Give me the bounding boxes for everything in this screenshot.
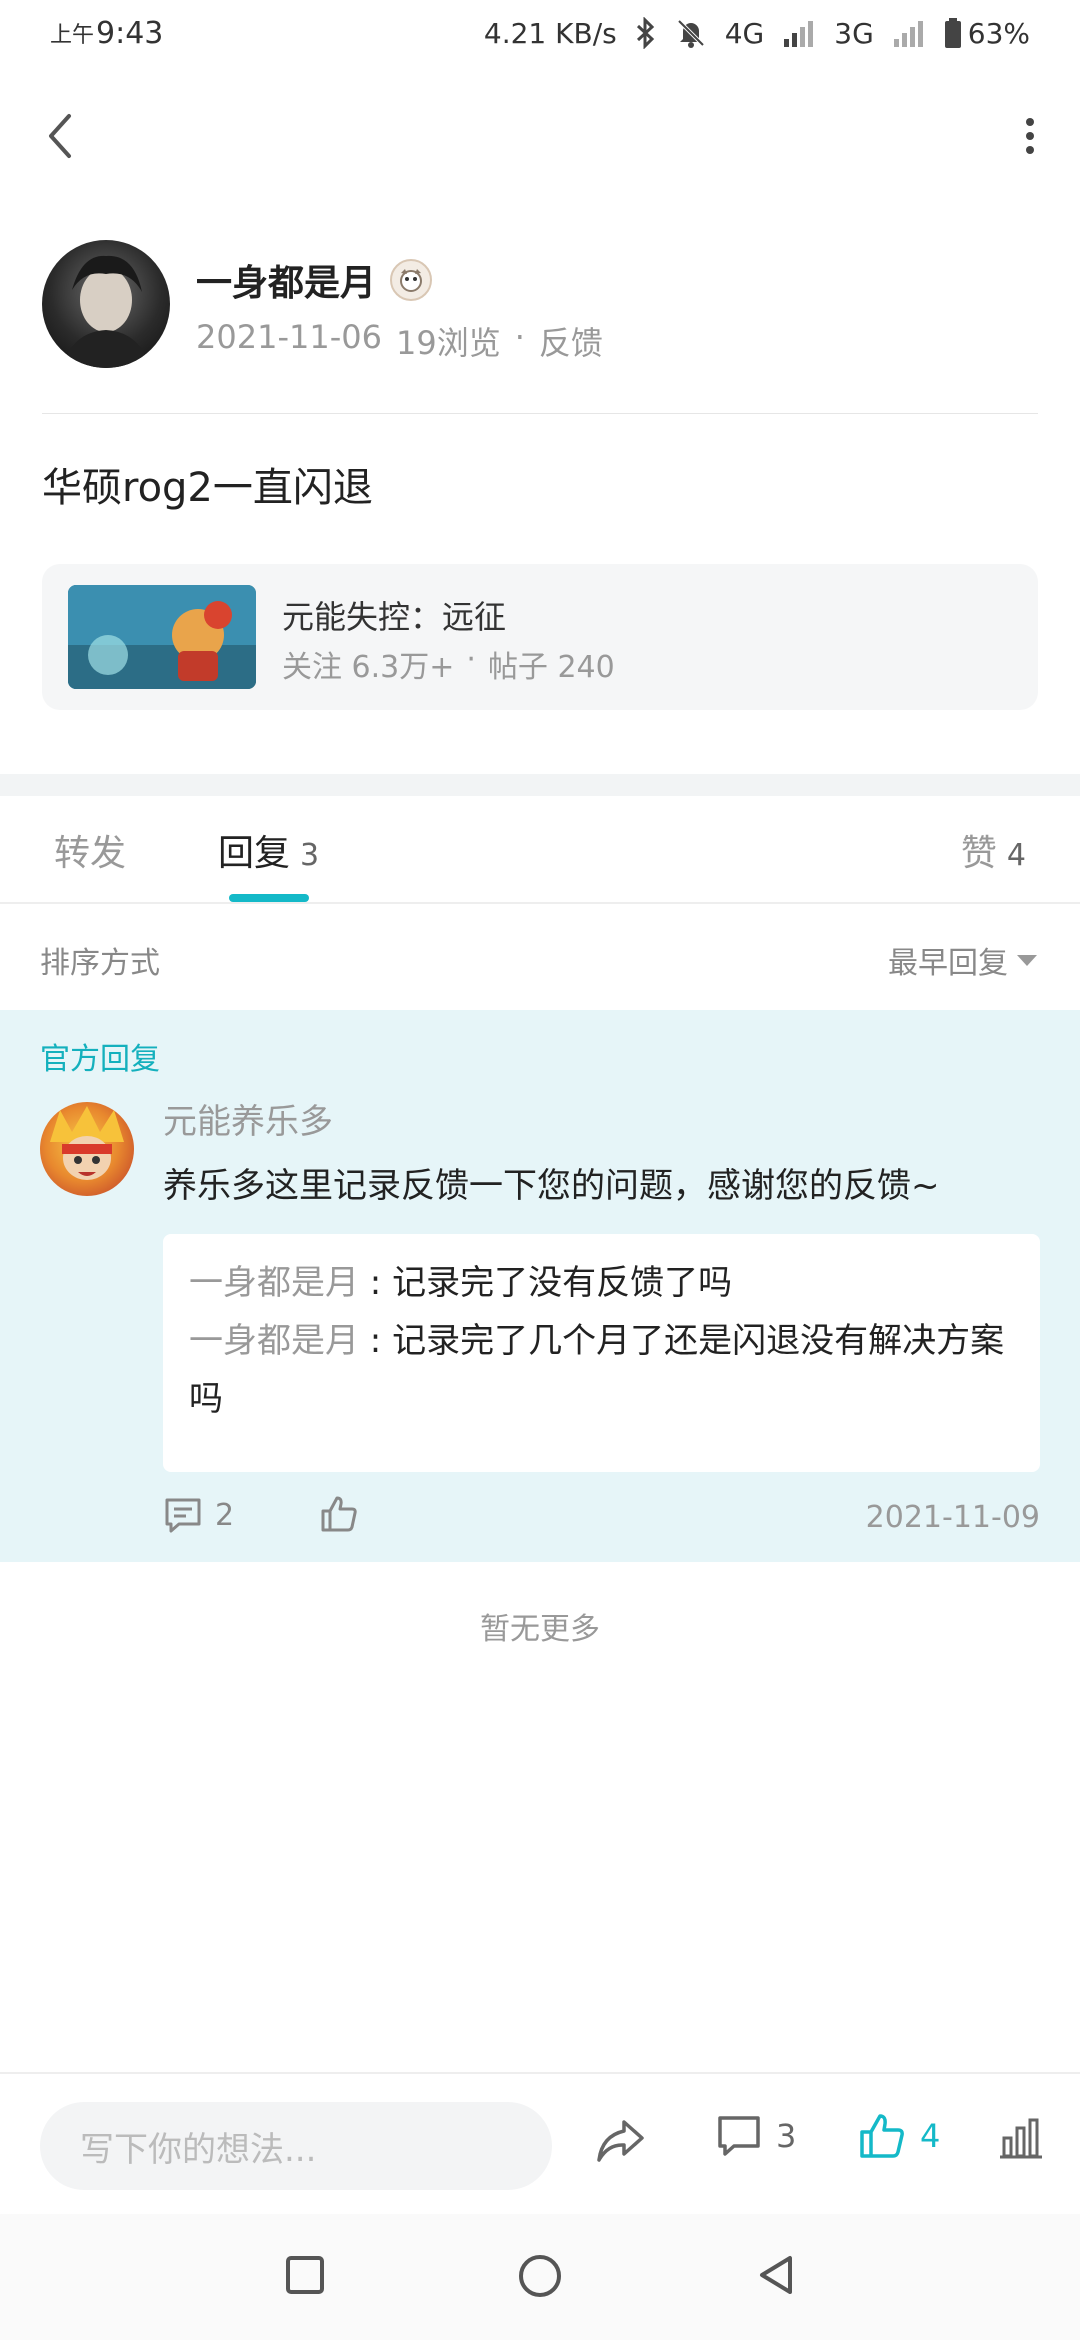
bluetooth-icon [635, 17, 657, 49]
thumbs-up-icon [860, 2114, 904, 2158]
sort-value: 最早回复 [888, 946, 1008, 981]
tab-like[interactable]: 赞 4 [961, 824, 1026, 876]
official-reply-tag: 官方回复 [40, 1042, 160, 1077]
no-more-text: 暂无更多 [480, 1612, 600, 1647]
reply-text: 养乐多这里记录反馈一下您的问题，感谢您的反馈~ [163, 1166, 940, 1206]
sort-label: 排序方式 [40, 946, 160, 981]
tab-reply-label: 回复 [218, 833, 291, 874]
reply-author[interactable]: 元能养乐多 [163, 1094, 333, 1143]
section-gap [0, 774, 1080, 796]
sub-reply-sep: : [359, 1321, 393, 1361]
comment-count: 3 [776, 2117, 797, 2155]
chevron-left-icon [49, 114, 71, 158]
tab-forward-label: 转发 [54, 833, 127, 874]
like-count: 4 [920, 2117, 941, 2155]
status-time: 9:43 [96, 15, 164, 51]
comment-input[interactable]: 写下你的想法... [40, 2102, 552, 2190]
official-reply: 官方回复 元能养乐多 养乐多这里记录反馈一下您的问题，感谢您的反馈~ 一身都是月… [0, 1010, 1080, 1562]
share-icon [597, 2120, 644, 2162]
game-posts: 帖子 240 [487, 650, 615, 685]
author-name-row: 一身都是月 [196, 254, 433, 306]
sub-reply-author[interactable]: 一身都是月 [189, 1263, 359, 1303]
mute-bell-icon [675, 17, 707, 49]
tab-forward[interactable]: 转发 [54, 824, 126, 876]
tab-like-label: 赞 [960, 833, 997, 874]
author-avatar[interactable] [42, 240, 170, 368]
game-follow: 关注 6.3万+ [282, 650, 455, 685]
tab-indicator [229, 894, 309, 902]
status-icons: 4.21 KB/s 4G 3G 63% [484, 17, 1030, 50]
post-date: 2021-11-06 [196, 318, 382, 356]
post-meta: 2021-11-06 19浏览 · 反馈 [196, 318, 603, 364]
reply-like-button[interactable] [319, 1494, 359, 1538]
network-3g-label: 3G [834, 16, 874, 50]
sub-reply-author[interactable]: 一身都是月 [189, 1321, 359, 1361]
reply-comment-button[interactable]: 2 [163, 1496, 234, 1534]
reply-actions: 2 2021-11-09 [163, 1488, 1040, 1544]
time-prefix: 上午 [50, 23, 95, 48]
comment-icon [718, 2116, 760, 2156]
stats-button[interactable] [998, 2116, 1044, 2164]
battery: 63% [944, 17, 1030, 50]
post-views: 19浏览 [395, 324, 501, 362]
author-name[interactable]: 一身都是月 [196, 254, 376, 306]
comment-button[interactable]: 3 [716, 2114, 796, 2158]
back-button[interactable] [36, 106, 84, 166]
game-thumbnail [68, 585, 256, 689]
sub-replies[interactable]: 一身都是月 : 记录完了没有反馈了吗 一身都是月 : 记录完了几个月了还是闪退没… [163, 1234, 1040, 1472]
battery-level: 63% [967, 16, 1030, 50]
tab-reply[interactable]: 回复 3 [218, 824, 319, 876]
net-speed: 4.21 KB/s [483, 16, 617, 50]
tab-like-count: 4 [1006, 838, 1026, 873]
more-button[interactable] [1010, 106, 1050, 166]
comment-icon [165, 1498, 201, 1533]
game-stats-separator: · [466, 642, 476, 677]
sub-reply-sep: : [359, 1263, 393, 1303]
home-button[interactable] [514, 2250, 566, 2306]
network-4g-label: 4G [724, 16, 765, 50]
caret-down-icon [1017, 955, 1037, 966]
divider [42, 413, 1038, 414]
tab-reply-count: 3 [300, 838, 320, 873]
sort-dropdown[interactable]: 最早回复 [888, 938, 1038, 982]
status-bar: 上午 9:43 4.21 KB/s 4G 3G 63% [0, 0, 1080, 66]
system-back-button[interactable] [752, 2250, 802, 2304]
game-stats: 关注 6.3万+ · 帖子 240 [282, 642, 615, 686]
circle-icon [519, 2255, 561, 2297]
user-badge-icon [390, 259, 433, 301]
sub-reply: 一身都是月 : 记录完了没有反馈了吗 [189, 1254, 1014, 1312]
post-author: 一身都是月 2021-11-06 19浏览 · 反馈 [42, 240, 1042, 370]
system-nav-bar [0, 2214, 1080, 2340]
battery-icon [944, 18, 961, 48]
sort-row: 排序方式 最早回复 [0, 906, 1080, 1010]
triangle-left-icon [760, 2256, 792, 2294]
share-button[interactable] [594, 2116, 646, 2170]
bar-chart-icon [1000, 2118, 1042, 2159]
game-card[interactable]: 元能失控：远征 关注 6.3万+ · 帖子 240 [42, 564, 1038, 710]
thumbs-up-icon [321, 1496, 357, 1532]
post-title: 华硕rog2一直闪退 [42, 465, 373, 511]
tab-bar: 转发 回复 3 赞 4 [0, 796, 1080, 904]
like-button[interactable]: 4 [858, 2112, 940, 2160]
app-header [0, 100, 1080, 180]
signal-icon [782, 17, 816, 49]
bottom-action-bar: 写下你的想法... 3 4 [0, 2072, 1080, 2214]
sub-reply: 一身都是月 : 记录完了几个月了还是闪退没有解决方案吗 [189, 1312, 1014, 1428]
reply-date: 2021-11-09 [865, 1500, 1040, 1535]
reply-comment-count: 2 [215, 1497, 235, 1533]
game-name: 元能失控：远征 [282, 598, 507, 636]
reply-avatar[interactable] [40, 1102, 134, 1196]
post-category[interactable]: 反馈 [539, 318, 603, 364]
recent-apps-button[interactable] [280, 2250, 330, 2304]
meta-separator: · [514, 318, 525, 356]
signal-icon-2 [892, 17, 926, 49]
more-vertical-icon [1026, 118, 1034, 154]
square-icon [286, 2256, 324, 2294]
sub-reply-text: 记录完了没有反馈了吗 [392, 1263, 733, 1303]
